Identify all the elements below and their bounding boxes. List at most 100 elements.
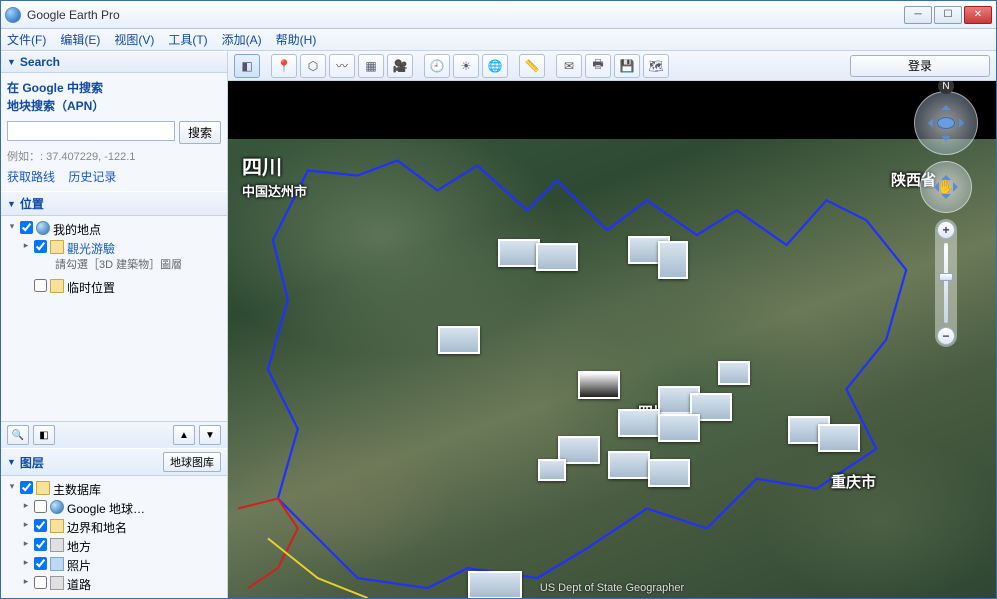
polygon-button[interactable]: ⬡ <box>300 54 326 78</box>
zoom-slider[interactable] <box>944 243 948 323</box>
menu-help[interactable]: 帮助(H) <box>276 31 317 48</box>
ge-label: Google 地球… <box>67 500 221 517</box>
layers-panel-header[interactable]: ▼ 图层 地球图库 <box>1 448 227 476</box>
history-button[interactable]: 🕘 <box>424 54 450 78</box>
checkbox-localplaces[interactable] <box>34 538 47 551</box>
menu-add[interactable]: 添加(A) <box>222 31 262 48</box>
checkbox-myplaces[interactable] <box>20 221 33 234</box>
checkbox-roads[interactable] <box>34 576 47 589</box>
photo-thumbnail[interactable] <box>608 451 650 479</box>
expand-icon[interactable]: ▸ <box>21 500 31 511</box>
search-tab-apn[interactable]: 地块搜索（APN） <box>7 97 221 115</box>
pan-control[interactable]: ✋ <box>920 161 972 213</box>
expand-icon[interactable]: ▾ <box>7 481 17 492</box>
close-button[interactable]: ✕ <box>964 6 992 24</box>
menu-file[interactable]: 文件(F) <box>7 31 46 48</box>
look-right-arrow[interactable] <box>959 118 969 128</box>
expand-icon[interactable]: ▸ <box>21 519 31 530</box>
placemark-button[interactable]: 📍 <box>271 54 297 78</box>
compass-north-label[interactable]: N <box>938 81 954 94</box>
tree-row-localplaces[interactable]: ▸ 地方 <box>7 537 221 556</box>
record-tour-button[interactable]: 🎥 <box>387 54 413 78</box>
checkbox-ge[interactable] <box>34 500 47 513</box>
maximize-button[interactable]: ☐ <box>934 6 962 24</box>
minimize-button[interactable]: ─ <box>904 6 932 24</box>
find-button[interactable]: 🔍 <box>7 425 29 445</box>
earth-gallery-button[interactable]: 地球图库 <box>163 452 221 472</box>
search-panel-header[interactable]: ▼ Search <box>1 51 227 73</box>
look-compass[interactable]: N <box>914 91 978 155</box>
sidebar: ▼ Search 在 Google 中搜索 地块搜索（APN） 搜索 例如：: … <box>1 51 228 598</box>
down-button[interactable]: ▼ <box>199 425 221 445</box>
search-input[interactable] <box>7 121 175 141</box>
history-link[interactable]: 历史记录 <box>68 170 116 184</box>
photo-thumbnail[interactable] <box>618 409 660 437</box>
checkbox-borders[interactable] <box>34 519 47 532</box>
get-routes-link[interactable]: 获取路线 <box>7 170 55 184</box>
expand-icon[interactable]: ▾ <box>7 221 17 232</box>
eye-icon <box>937 117 955 129</box>
menubar: 文件(F) 编辑(E) 视图(V) 工具(T) 添加(A) 帮助(H) <box>1 29 996 51</box>
print-button[interactable]: 🖶 <box>585 54 611 78</box>
expand-icon[interactable]: ▸ <box>21 240 31 251</box>
checkbox-photos[interactable] <box>34 557 47 570</box>
photo-thumbnail[interactable] <box>648 459 690 487</box>
expand-icon[interactable]: ▸ <box>21 557 31 568</box>
tree-row-borders[interactable]: ▸ 边界和地名 <box>7 518 221 537</box>
login-button[interactable]: 登录 <box>850 55 990 77</box>
tree-row-primarydb[interactable]: ▾ 主数据库 <box>7 480 221 499</box>
temp-label: 临时位置 <box>67 279 221 296</box>
zoom-in-button[interactable]: + <box>937 221 955 239</box>
search-button[interactable]: 搜索 <box>179 121 221 144</box>
up-button[interactable]: ▲ <box>173 425 195 445</box>
photo-thumbnail[interactable] <box>468 571 522 598</box>
zoom-out-button[interactable]: − <box>937 327 955 345</box>
image-overlay-button[interactable]: ▦ <box>358 54 384 78</box>
photo-thumbnail[interactable] <box>538 459 566 481</box>
map-viewport[interactable]: 四川 中国达州市 陕西省 四川省 重庆市 N <box>228 81 996 598</box>
photo-thumbnail[interactable] <box>536 243 578 271</box>
planet-button[interactable]: 🌐 <box>482 54 508 78</box>
tree-row-temp[interactable]: 临时位置 <box>7 278 221 297</box>
view-in-maps-button[interactable]: 🗺 <box>643 54 669 78</box>
photo-thumbnail[interactable] <box>438 326 480 354</box>
menu-edit[interactable]: 编辑(E) <box>60 31 100 48</box>
places-icon <box>50 538 64 552</box>
map-attribution: US Dept of State Geographer <box>540 582 684 594</box>
photo-thumbnail[interactable] <box>498 239 540 267</box>
ruler-button[interactable]: 📏 <box>519 54 545 78</box>
look-down-arrow[interactable] <box>941 136 951 146</box>
checkbox-sightseeing[interactable] <box>34 240 47 253</box>
checkbox-primarydb[interactable] <box>20 481 33 494</box>
zoom-slider-thumb[interactable] <box>939 273 953 281</box>
expand-icon[interactable]: ▸ <box>21 576 31 587</box>
sunlight-button[interactable]: ☀ <box>453 54 479 78</box>
places-panel-header[interactable]: ▼ 位置 <box>1 191 227 216</box>
photo-thumbnail[interactable] <box>658 241 688 279</box>
look-left-arrow[interactable] <box>923 118 933 128</box>
save-image-button[interactable]: 💾 <box>614 54 640 78</box>
tree-row-sightseeing[interactable]: ▸ 觀光游驗 <box>7 239 221 258</box>
tree-row-ge[interactable]: ▸ Google 地球… <box>7 499 221 518</box>
photo-thumbnail[interactable] <box>578 371 620 399</box>
folder-icon <box>36 481 50 495</box>
borders-icon <box>50 519 64 533</box>
pan-down-arrow[interactable] <box>941 194 951 204</box>
photo-thumbnail[interactable] <box>718 361 750 385</box>
checkbox-temp[interactable] <box>34 279 47 292</box>
tree-row-roads[interactable]: ▸ 道路 <box>7 575 221 594</box>
look-up-arrow[interactable] <box>941 100 951 110</box>
search-tab-google[interactable]: 在 Google 中搜索 <box>7 79 221 97</box>
menu-tools[interactable]: 工具(T) <box>168 31 207 48</box>
tree-row-myplaces[interactable]: ▾ 我的地点 <box>7 220 221 239</box>
menu-view[interactable]: 视图(V) <box>114 31 154 48</box>
photo-thumbnail[interactable] <box>658 414 700 442</box>
email-button[interactable]: ✉ <box>556 54 582 78</box>
app-icon <box>5 7 21 23</box>
expand-icon[interactable]: ▸ <box>21 538 31 549</box>
sidebar-toggle-button[interactable]: ◧ <box>234 54 260 78</box>
panel-toggle-button[interactable]: ◧ <box>33 425 55 445</box>
path-button[interactable]: 〰 <box>329 54 355 78</box>
photo-thumbnail[interactable] <box>818 424 860 452</box>
tree-row-photos[interactable]: ▸ 照片 <box>7 556 221 575</box>
